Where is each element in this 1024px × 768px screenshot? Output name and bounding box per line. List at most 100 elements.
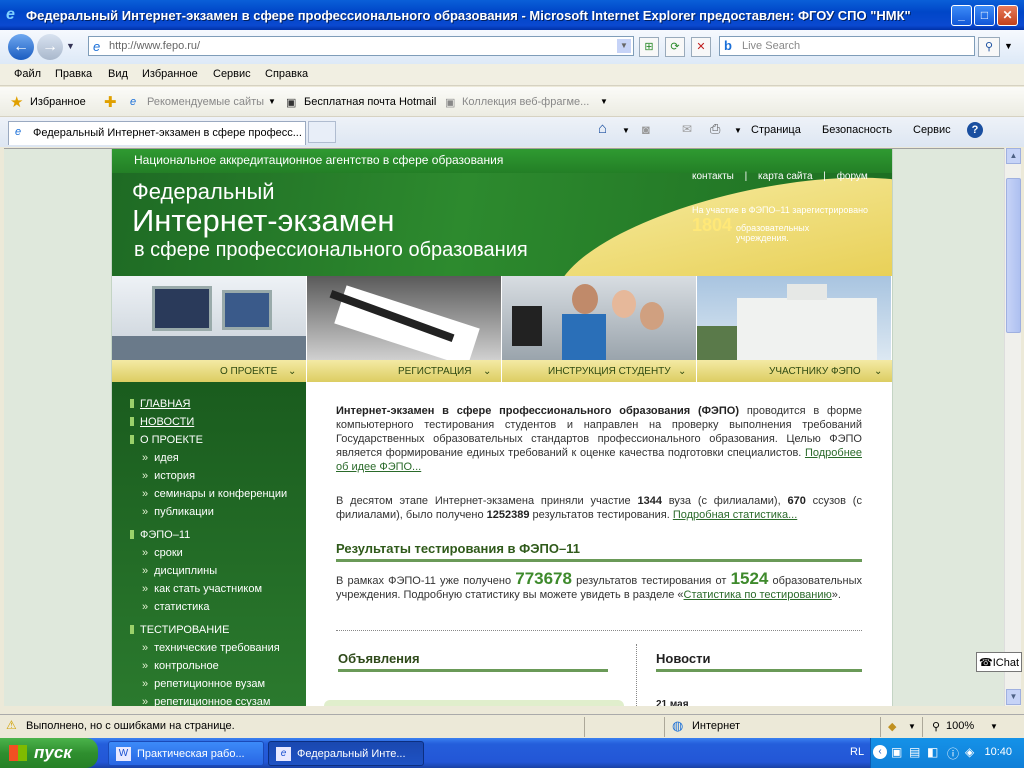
scroll-up-icon[interactable]: ▲ xyxy=(1006,148,1021,164)
search-input[interactable]: b Live Search xyxy=(719,36,975,56)
sidebar-testing-ssuz[interactable]: репетиционное ссузам xyxy=(142,696,270,706)
search-options-icon[interactable]: ▼ xyxy=(1004,41,1013,51)
page-menu[interactable]: Страница xyxy=(751,124,801,136)
home-icon[interactable]: ⌂ xyxy=(598,120,607,137)
sidebar-testing-tech[interactable]: технические требования xyxy=(142,642,280,654)
page-icon: ▣ xyxy=(445,97,456,109)
start-button[interactable]: пуск xyxy=(0,738,98,768)
left-sidebar: ГЛАВНАЯ НОВОСТИ О ПРОЕКТЕ идея история с… xyxy=(112,382,306,706)
zoom-level[interactable]: 100% xyxy=(946,720,974,732)
sidebar-about-idea[interactable]: идея xyxy=(142,452,179,464)
mail-icon[interactable]: ✉ xyxy=(682,122,692,136)
menu-view[interactable]: Вид xyxy=(108,68,128,80)
sidebar-fepo-dates[interactable]: сроки xyxy=(142,547,183,559)
menu-favorites[interactable]: Избранное xyxy=(142,68,198,80)
chevron-down-icon[interactable]: ▼ xyxy=(908,722,916,731)
scroll-down-icon[interactable]: ▼ xyxy=(1006,689,1021,705)
forward-button[interactable]: → xyxy=(37,34,63,60)
link-contacts[interactable]: контакты xyxy=(692,171,734,182)
warning-icon[interactable]: ⚠ xyxy=(6,718,17,732)
page-icon: ▣ xyxy=(286,97,297,109)
chevron-down-icon[interactable]: ▼ xyxy=(622,126,630,135)
nav-registration[interactable]: РЕГИСТРАЦИЯ xyxy=(398,366,471,377)
sidebar-fepo-stats[interactable]: статистика xyxy=(142,601,209,613)
info-icon[interactable]: ⓘ xyxy=(947,745,959,762)
sidebar-about-seminars[interactable]: семинары и конференции xyxy=(142,488,287,500)
sidebar-testing-control[interactable]: контрольное xyxy=(142,660,219,672)
help-icon[interactable]: ? xyxy=(967,122,983,138)
tab-bar: e Федеральный Интернет-экзамен в сфере п… xyxy=(0,117,1024,147)
sidebar-testing-vuz[interactable]: репетиционное вузам xyxy=(142,678,265,690)
menu-file[interactable]: Файл xyxy=(14,68,41,80)
photo-strip xyxy=(112,276,892,360)
link-forum[interactable]: форум xyxy=(837,171,868,182)
refresh-icon[interactable]: ⟳ xyxy=(665,37,685,57)
back-button[interactable]: ← xyxy=(8,34,34,60)
tray-app-icon[interactable]: ▣ xyxy=(891,745,902,759)
volume-icon[interactable]: ◈ xyxy=(965,745,974,759)
vertical-scrollbar[interactable]: ▲ ▼ xyxy=(1004,148,1021,706)
chevron-down-icon[interactable]: ▼ xyxy=(600,97,608,106)
print-icon[interactable]: ⎙ xyxy=(710,121,720,137)
new-tab-button[interactable] xyxy=(308,121,336,143)
compat-view-icon[interactable]: ⊞ xyxy=(639,37,659,57)
sidebar-fepo-join[interactable]: как стать участником xyxy=(142,583,262,595)
tab-current[interactable]: e Федеральный Интернет-экзамен в сфере п… xyxy=(8,121,306,145)
title-bar[interactable]: e Федеральный Интернет-экзамен в сфере п… xyxy=(0,0,1024,30)
menu-edit[interactable]: Правка xyxy=(55,68,92,80)
main-nav: О ПРОЕКТЕ ⌄ РЕГИСТРАЦИЯ ⌄ ИНСТРУКЦИЯ СТУ… xyxy=(112,360,892,382)
favorites-button[interactable]: Избранное xyxy=(30,96,86,108)
nav-about[interactable]: О ПРОЕКТЕ xyxy=(220,366,277,377)
testing-stats-link[interactable]: Статистика по тестированию xyxy=(684,589,832,601)
nav-student-instructions[interactable]: ИНСТРУКЦИЯ СТУДЕНТУ xyxy=(548,366,671,377)
tray-expand-icon[interactable]: ‹ xyxy=(873,745,887,759)
scroll-thumb[interactable] xyxy=(1006,178,1021,333)
task-word[interactable]: W Практическая рабо... xyxy=(108,741,264,766)
sidebar-news[interactable]: НОВОСТИ xyxy=(130,416,194,428)
menu-help[interactable]: Справка xyxy=(265,68,308,80)
sidebar-about-publications[interactable]: публикации xyxy=(142,506,214,518)
site-header: Национальное аккредитационное агентство … xyxy=(112,149,892,276)
link-sitemap[interactable]: карта сайта xyxy=(758,171,812,182)
language-indicator[interactable]: RL xyxy=(850,746,864,758)
chevron-down-icon[interactable]: ▼ xyxy=(990,722,998,731)
fav-hotmail[interactable]: Бесплатная почта Hotmail xyxy=(304,96,436,108)
stage-paragraph: В десятом этапе Интернет-экзамена принял… xyxy=(336,495,862,521)
fav-suggested-sites[interactable]: Рекомендуемые сайты xyxy=(147,96,264,108)
tools-menu[interactable]: Сервис xyxy=(913,124,951,136)
status-text: Выполнено, но с ошибками на странице. xyxy=(26,720,235,732)
fav-web-slices[interactable]: Коллекция веб-фрагме... xyxy=(462,96,589,108)
tray-shield-icon[interactable]: ◧ xyxy=(927,745,938,759)
close-button[interactable]: ✕ xyxy=(997,5,1018,26)
ichat-button[interactable]: ☎IChat xyxy=(976,652,1022,672)
safety-menu[interactable]: Безопасность xyxy=(822,124,892,136)
sidebar-about-history[interactable]: история xyxy=(142,470,195,482)
sidebar-testing[interactable]: ТЕСТИРОВАНИЕ xyxy=(130,624,229,636)
network-icon[interactable]: ▤ xyxy=(909,745,920,759)
divider xyxy=(336,630,862,631)
history-dropdown-icon[interactable]: ▼ xyxy=(66,41,75,51)
task-ie[interactable]: e Федеральный Инте... xyxy=(268,741,424,766)
sidebar-fepo[interactable]: ФЭПО–11 xyxy=(130,529,190,541)
search-icon[interactable]: ⚲ xyxy=(978,37,1000,57)
menu-tools[interactable]: Сервис xyxy=(213,68,251,80)
minimize-button[interactable]: _ xyxy=(951,5,972,26)
registration-count: 1804 xyxy=(692,215,733,235)
sidebar-main[interactable]: ГЛАВНАЯ xyxy=(130,398,190,410)
maximize-button[interactable]: □ xyxy=(974,5,995,26)
stats-link[interactable]: Подробная статистика... xyxy=(673,509,797,521)
nav-participant[interactable]: УЧАСТНИКУ ФЭПО xyxy=(769,366,861,377)
protected-mode-icon[interactable]: ◆ xyxy=(888,720,896,733)
chevron-down-icon: ⌄ xyxy=(678,366,687,377)
chevron-down-icon[interactable]: ▼ xyxy=(734,126,742,135)
add-favorite-icon[interactable]: ✚ xyxy=(104,93,117,111)
chevron-down-icon[interactable]: ▼ xyxy=(268,97,276,106)
sidebar-about[interactable]: О ПРОЕКТЕ xyxy=(130,434,203,446)
stop-icon[interactable]: ✕ xyxy=(691,37,711,57)
sidebar-fepo-disciplines[interactable]: дисциплины xyxy=(142,565,217,577)
photo-computers xyxy=(112,276,306,360)
address-dropdown-icon[interactable]: ▼ xyxy=(617,39,631,53)
rss-icon[interactable]: ◙ xyxy=(642,122,650,137)
clock: 10:40 xyxy=(984,746,1012,758)
address-input[interactable]: e http://www.fepo.ru/ ▼ xyxy=(88,36,634,56)
